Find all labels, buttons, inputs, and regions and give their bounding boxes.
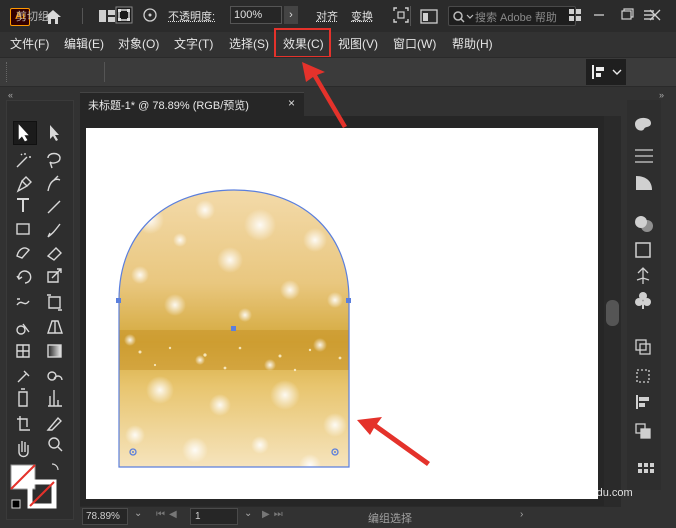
arrow-to-artwork bbox=[357, 417, 430, 466]
swatches-grid-icon[interactable] bbox=[636, 461, 656, 481]
arrow-to-effect-menu bbox=[302, 62, 347, 128]
collapse-dock-icon[interactable]: » bbox=[659, 90, 664, 100]
pathfinder-icon bbox=[635, 423, 651, 439]
properties-icon bbox=[635, 149, 653, 163]
next-last-page-icons[interactable]: ▶⏭ bbox=[262, 509, 287, 520]
gradient-panel-icon bbox=[636, 176, 652, 190]
status-menu-arrow-icon[interactable]: › bbox=[520, 509, 523, 520]
panel-icons[interactable] bbox=[627, 110, 661, 450]
annotation-arrows bbox=[302, 62, 430, 466]
symbols-icon bbox=[636, 267, 650, 284]
watermark-logo: Bai 经验 bbox=[544, 469, 594, 484]
align-panel-icon bbox=[636, 395, 649, 409]
status-text: 编组选择 bbox=[368, 513, 412, 525]
color-panel-icon bbox=[635, 117, 651, 131]
artboard-number-field[interactable]: 1 bbox=[190, 508, 238, 525]
watermark-url: jingyan.baidu.com bbox=[544, 487, 633, 499]
transform-panel-icon bbox=[636, 369, 650, 383]
appearance-icon bbox=[635, 216, 653, 232]
scrollbar-thumb[interactable] bbox=[606, 300, 619, 326]
first-prev-page-icons[interactable]: ⏮◀ bbox=[156, 509, 181, 520]
club-symbol-icon bbox=[635, 292, 651, 309]
artboards-panel-icon bbox=[635, 339, 651, 355]
zoom-dropdown-chevron-icon[interactable]: ⌄ bbox=[134, 508, 142, 519]
layers-icon bbox=[635, 242, 651, 258]
zoom-level-field[interactable]: 78.89% bbox=[82, 508, 128, 525]
page-dropdown-chevron-icon[interactable]: ⌄ bbox=[244, 508, 252, 519]
